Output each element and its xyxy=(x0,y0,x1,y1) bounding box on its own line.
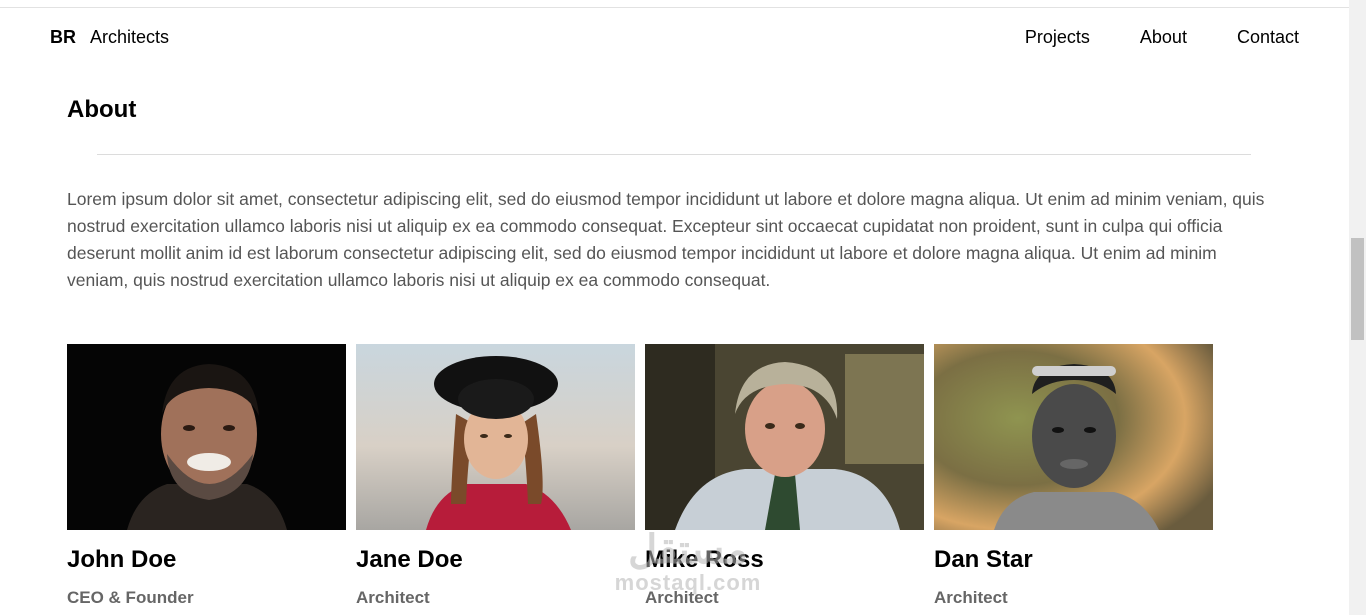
member-role: Architect xyxy=(356,588,430,607)
team-card: John Doe CEO & Founder xyxy=(67,344,346,608)
section-divider xyxy=(97,154,1251,155)
vertical-scrollbar[interactable] xyxy=(1349,0,1366,615)
top-border xyxy=(0,0,1349,8)
member-role: Architect xyxy=(934,588,1008,607)
member-name: Jane Doe xyxy=(356,546,463,573)
team-photo-jane xyxy=(356,344,635,530)
team-photo-dan xyxy=(934,344,1213,530)
member-name: Dan Star xyxy=(934,546,1033,573)
brand-name: Architects xyxy=(90,27,170,47)
nav-link-projects[interactable]: Projects xyxy=(1025,27,1090,48)
member-name: John Doe xyxy=(67,546,177,573)
scrollbar-thumb[interactable] xyxy=(1351,238,1364,340)
team-photo-mike xyxy=(645,344,924,530)
brand-logo[interactable]: BR Architects xyxy=(50,27,169,48)
section-title: About xyxy=(67,96,137,123)
nav-link-contact[interactable]: Contact xyxy=(1237,27,1299,48)
watermark-arabic: مستقل xyxy=(628,528,748,572)
watermark-latin: mostaql.com xyxy=(614,570,762,595)
nav-link-about[interactable]: About xyxy=(1140,27,1187,48)
team-card: Jane Doe Architect xyxy=(356,344,635,608)
team-card: Dan Star Architect xyxy=(934,344,1213,608)
team-photo-john xyxy=(67,344,346,530)
nav-links: Projects About Contact xyxy=(1025,27,1299,48)
about-paragraph: Lorem ipsum dolor sit amet, consectetur … xyxy=(67,189,1265,290)
top-navbar: BR Architects Projects About Contact xyxy=(0,9,1349,67)
watermark-logo: مستقل mostaql.com xyxy=(603,530,773,596)
brand-initials: BR xyxy=(50,27,76,47)
member-role: CEO & Founder xyxy=(67,588,194,607)
